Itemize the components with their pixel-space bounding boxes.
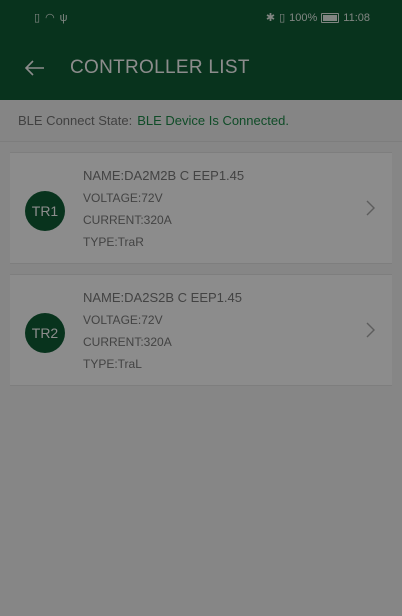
controller-voltage: VOLTAGE:72V [83,313,163,327]
chevron-right-icon [366,200,375,216]
wifi-icon: ◠ [45,11,55,24]
status-right-icons: ✱ ▯ 100% 11:08 [266,12,370,24]
screen: ▯ ◠ ψ ✱ ▯ 100% 11:08 CONTROLLER LIST BLE… [0,0,402,616]
arrow-left-icon [25,60,44,76]
controller-badge: TR2 [25,313,65,353]
controller-voltage: VOLTAGE:72V [83,191,163,205]
vibrate-icon: ▯ [279,11,286,24]
controller-current: CURRENT:320A [83,335,172,349]
controller-badge: TR1 [25,191,65,231]
chevron-right-icon [366,322,375,338]
ble-connect-state: BLE Connect State: BLE Device Is Connect… [0,100,402,142]
sim-icon: ▯ [34,11,41,24]
controller-info: NAME:DA2S2B C EEP1.45 VOLTAGE:72V CURREN… [83,287,242,375]
status-bar: ▯ ◠ ψ ✱ ▯ 100% 11:08 [0,0,402,36]
page-title: CONTROLLER LIST [70,57,250,78]
ble-state-label: BLE Connect State: [18,113,133,128]
controller-name: NAME:DA2M2B C EEP1.45 [83,168,245,183]
ble-state-value: BLE Device Is Connected. [137,113,289,128]
controller-item-tr2[interactable]: TR2 NAME:DA2S2B C EEP1.45 VOLTAGE:72V CU… [10,274,392,386]
status-time: 11:08 [343,12,370,24]
usb-icon: ψ [59,11,68,24]
controller-item-tr1[interactable]: TR1 NAME:DA2M2B C EEP1.45 VOLTAGE:72V CU… [10,152,392,264]
app-bar: CONTROLLER LIST [0,36,402,100]
back-button[interactable] [24,57,46,79]
battery-percent: 100% [289,12,318,24]
controller-info: NAME:DA2M2B C EEP1.45 VOLTAGE:72V CURREN… [83,165,244,253]
controller-name: NAME:DA2S2B C EEP1.45 [83,290,242,305]
controller-list: TR1 NAME:DA2M2B C EEP1.45 VOLTAGE:72V CU… [0,142,402,616]
bluetooth-icon: ✱ [265,11,276,24]
status-left-icons: ▯ ◠ ψ [34,11,68,24]
controller-type: TYPE:TraL [83,357,142,371]
battery-icon [321,13,340,23]
controller-type: TYPE:TraR [83,235,144,249]
controller-current: CURRENT:320A [83,213,172,227]
